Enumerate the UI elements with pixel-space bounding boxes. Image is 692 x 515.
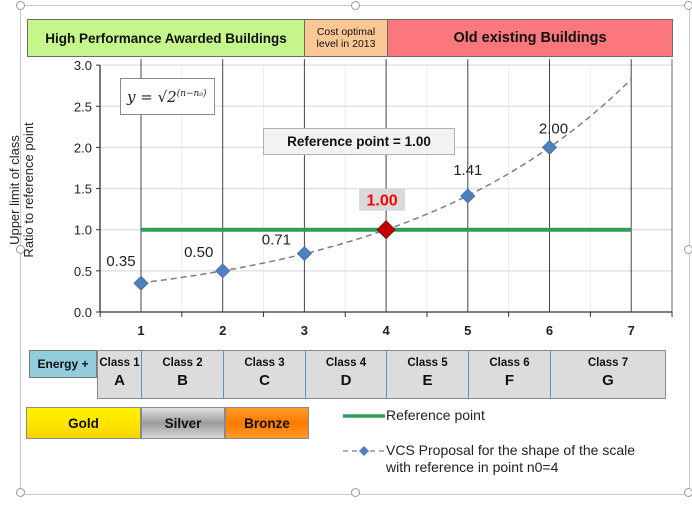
class-letter: B [177,372,188,389]
class-name: Class 6 [489,357,530,369]
class-cell-5: Class 5 E [386,350,468,399]
reference-point-marker [376,220,396,240]
class-letter: D [340,372,352,389]
y-tick-label: 2.0 [74,140,92,155]
class-name: Class 1 [99,357,140,369]
x-tick-label: 6 [546,323,553,338]
data-label: 0.35 [106,253,135,270]
legend-symbols [343,414,385,456]
bronze-medal-cell: Bronze [225,407,309,439]
y-tick-label: 1.0 [74,223,92,238]
legend-proposal-marker-symbol [359,446,369,456]
formula-base: y = √2 [127,87,177,106]
silver-medal-cell: Silver [141,407,225,439]
class-cell-7: Class 7 G [550,350,666,399]
data-point-marker [296,246,312,262]
class-cell-6: Class 6 F [468,350,550,399]
class-name: Class 4 [325,357,367,369]
class-name: Class 2 [162,357,203,369]
class-name: Class 3 [244,357,285,369]
class-cell-3: Class 3 C [223,350,305,399]
x-tick-label: 3 [301,323,308,338]
formula-exponent: (n−n₀) [176,88,207,99]
gold-medal-cell: Gold [26,407,141,439]
legend-reference-label: Reference point [386,407,485,423]
legend-proposal-label: VCS Proposal for the shape of the scale w… [386,442,635,476]
class-cell-4: Class 4 D [305,350,386,399]
y-axis-label-line2: Ratio to reference point [21,122,36,258]
legend-proposal-line1: VCS Proposal for the shape of the scale [386,442,636,458]
class-name: Class 5 [407,357,448,369]
class-letter: C [259,372,270,389]
class-name: Class 7 [587,357,629,369]
x-tick-label: 7 [628,323,635,338]
reference-point-box: Reference point = 1.00 [263,128,455,155]
x-tick-label: 5 [464,323,471,338]
highlight-data-label: 1.00 [367,193,398,210]
y-tick-label: 0.0 [74,305,92,320]
class-cell-1: Class 1 A [97,350,141,399]
data-label: 0.71 [262,232,291,249]
data-label: 2.00 [539,120,568,137]
y-tick-label: 2.5 [74,99,92,114]
energy-plus-cell: Energy + [29,350,97,378]
class-letter: F [504,372,515,389]
class-letter: A [114,372,125,389]
data-label: 0.50 [184,244,213,261]
data-point-marker [215,263,231,279]
class-cell-2: Class 2 B [141,350,223,399]
data-point-marker [460,188,476,204]
y-tick-label: 3.0 [74,58,92,73]
x-tick-label: 4 [382,323,390,338]
y-tick-label: 1.5 [74,182,92,197]
legend-proposal-line2: with reference in point n0=4 [386,459,559,475]
x-tick-label: 1 [137,323,144,338]
data-point-marker [133,275,149,291]
y-tick-label: 0.5 [74,264,92,279]
x-tick-label: 2 [219,323,226,338]
y-axis-label: Upper limit of class Ratio to reference p… [7,122,36,258]
formula-box: y = √2 (n−n₀) [120,78,215,115]
data-point-marker [541,139,558,155]
class-letter: E [422,372,433,389]
data-label: 1.41 [453,162,482,179]
class-letter: G [602,372,614,389]
y-axis-label-line1: Upper limit of class [7,135,22,245]
